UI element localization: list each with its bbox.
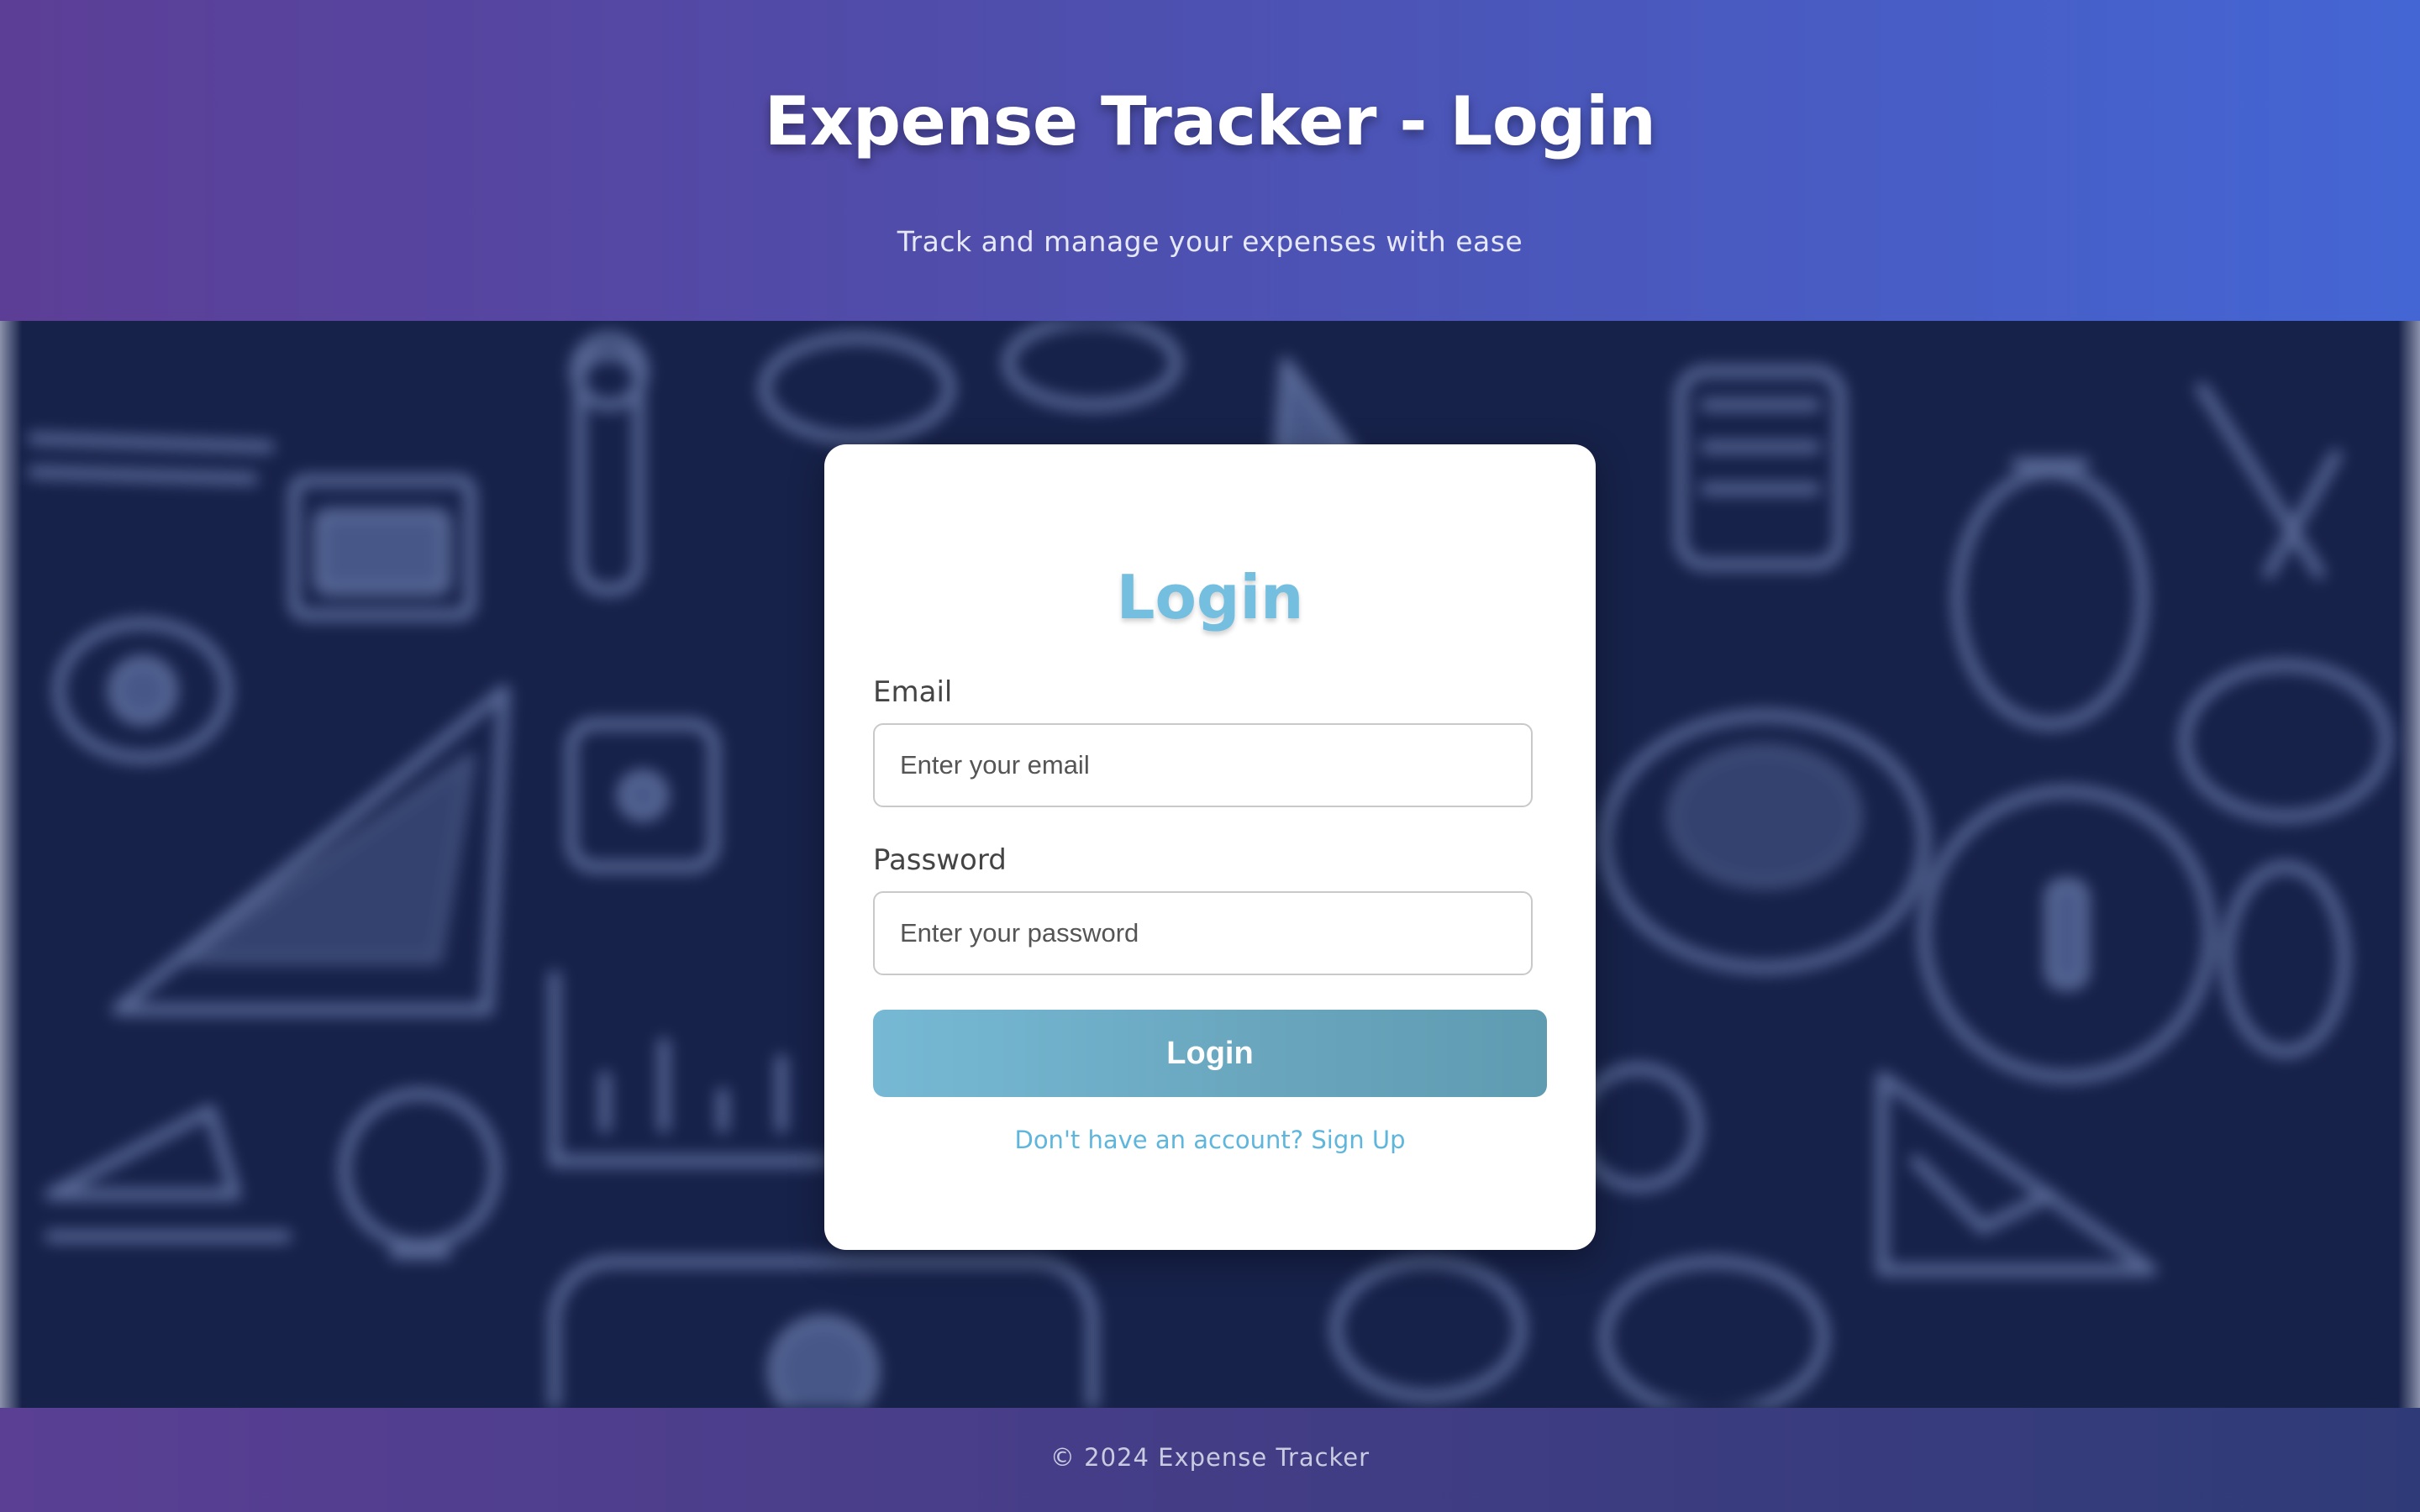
password-label: Password [873, 843, 1007, 877]
money-bag-icon [1675, 365, 1846, 570]
lightbulb-icon [339, 1088, 502, 1259]
background-edge-left [0, 321, 22, 1408]
page-header: Expense Tracker - Login Track and manage… [0, 0, 2420, 321]
receipt-icon [28, 433, 275, 485]
login-button[interactable]: Login [873, 1010, 1547, 1097]
piggy-bank-icon [1918, 785, 2216, 1083]
page-subtitle: Track and manage your expenses with ease [897, 225, 1523, 258]
coin-icon [1599, 710, 1930, 974]
pie-chart-icon [112, 685, 510, 1016]
line-chart-icon [1876, 1071, 2157, 1276]
money-stack-icon [288, 475, 476, 621]
email-field[interactable] [873, 723, 1533, 807]
email-label: Email [873, 675, 953, 709]
money-bag-icon [1952, 458, 2149, 730]
password-field[interactable] [873, 891, 1533, 975]
signup-link[interactable]: Don't have an account? Sign Up [824, 1126, 1596, 1154]
coin-icon [53, 617, 233, 764]
arrow-icon [2196, 382, 2342, 579]
page-footer: © 2024 Expense Tracker [0, 1408, 2420, 1512]
background-edge-right [2398, 321, 2420, 1408]
footer-copyright: © 2024 Expense Tracker [1050, 1443, 1370, 1472]
arrow-icon [45, 1105, 292, 1242]
calculator-icon [549, 1256, 1098, 1408]
login-card: Login Email Password Login Don't have an… [824, 444, 1596, 1250]
coin-icon [2179, 659, 2392, 1058]
wallet-icon [566, 718, 720, 873]
login-heading: Login [1116, 562, 1304, 633]
bar-chart-icon [549, 970, 829, 1167]
pen-icon [570, 332, 649, 596]
page-title: Expense Tracker - Login [764, 82, 1656, 160]
